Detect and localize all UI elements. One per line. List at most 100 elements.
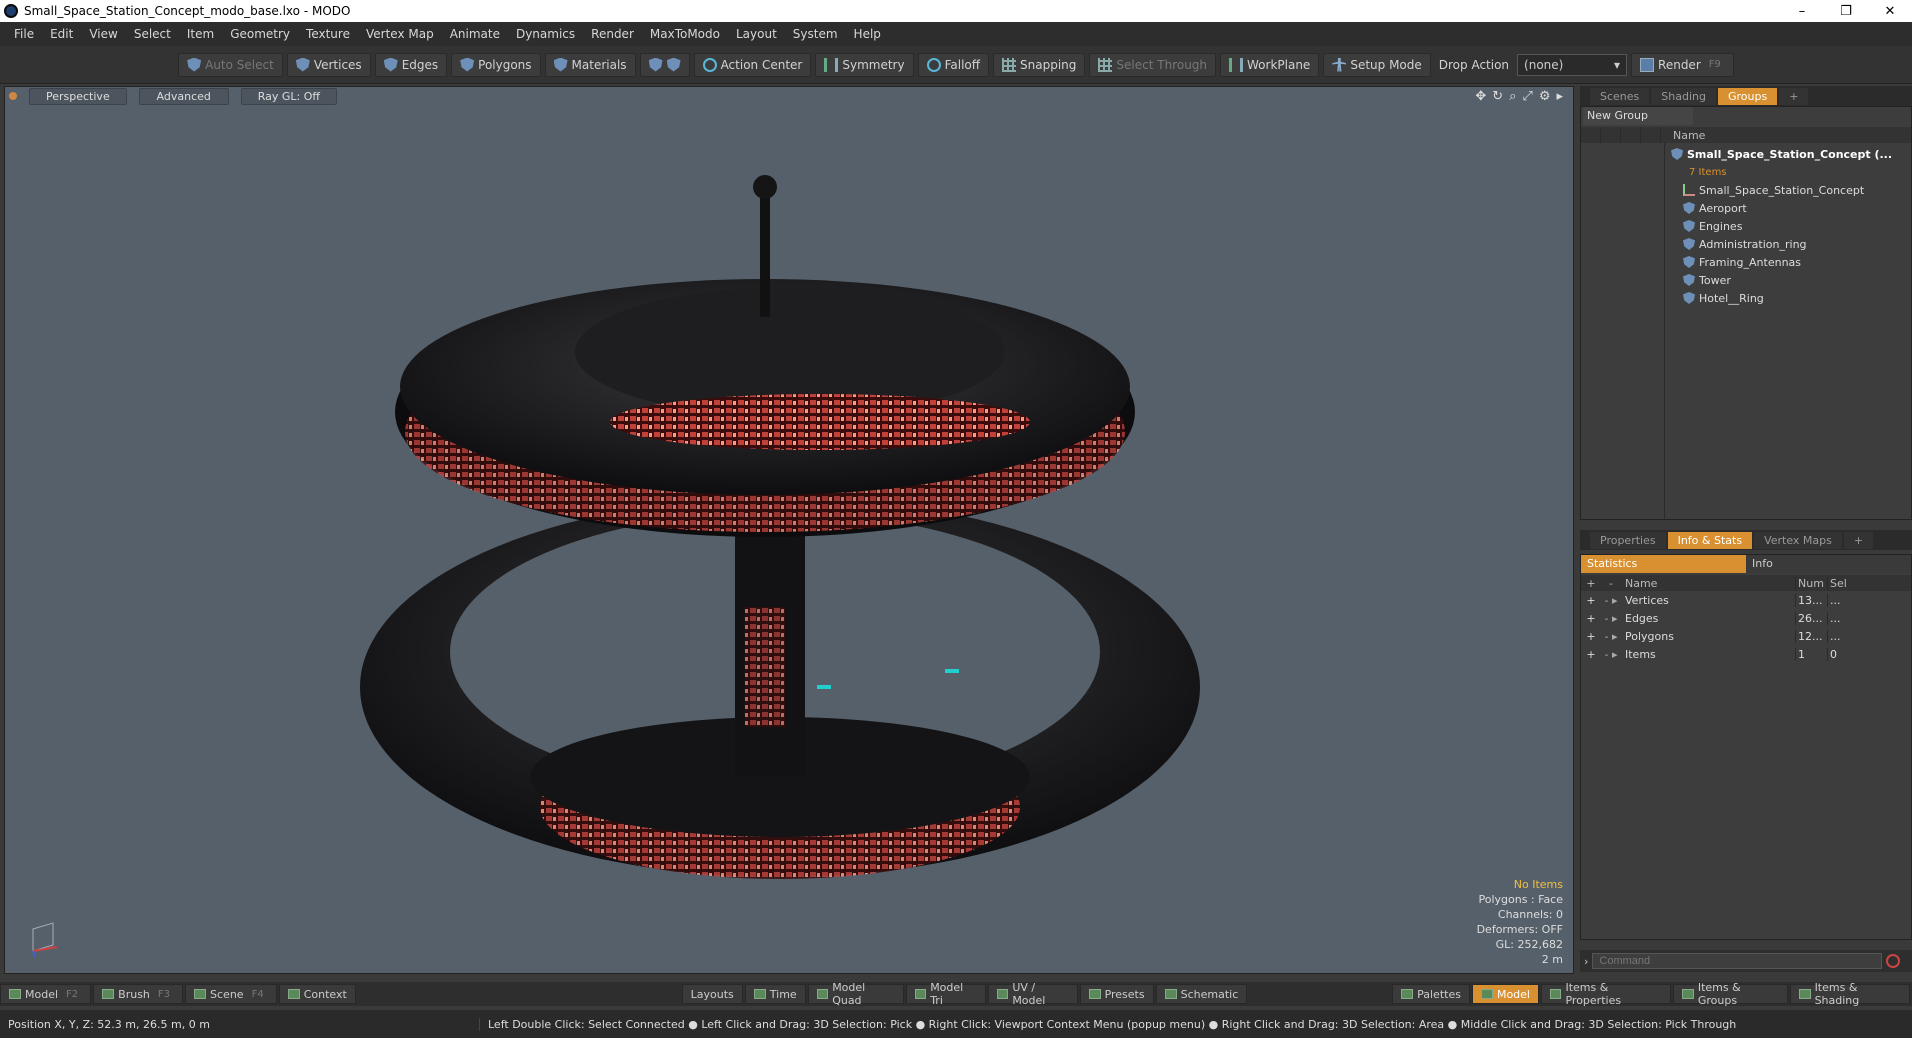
items-shading-button[interactable]: Items & Shading (1790, 981, 1911, 1007)
palettes-button[interactable]: Palettes (1392, 984, 1470, 1004)
symmetry-button[interactable]: Symmetry (815, 52, 914, 77)
tab-info-stats[interactable]: Info & Stats (1667, 531, 1753, 549)
tab-groups[interactable]: Groups (1717, 87, 1778, 105)
tab-vertex-maps[interactable]: Vertex Maps (1754, 531, 1842, 549)
expand-all-icon[interactable]: + (1581, 577, 1601, 590)
add-tab-icon[interactable]: + (1843, 531, 1874, 549)
close-button[interactable]: ✕ (1868, 0, 1912, 22)
chevron-right-icon[interactable]: ▸ (1556, 89, 1563, 104)
model-tri-button[interactable]: Model Tri (905, 981, 986, 1007)
tree-item[interactable]: Framing_Antennas (1671, 253, 1911, 271)
menu-item[interactable]: Item (179, 27, 222, 41)
materials-button[interactable]: Materials (544, 52, 636, 77)
scene-layout-button[interactable]: Scene F4 (185, 984, 277, 1004)
tree-item[interactable]: Small_Space_Station_Concept (1671, 181, 1911, 199)
viewport-menu-dot[interactable] (9, 92, 17, 100)
item-mode-icon (648, 57, 663, 72)
minus-icon[interactable]: - ▸ (1601, 648, 1621, 661)
items-groups-button[interactable]: Items & Groups (1673, 981, 1789, 1007)
tree-root-item[interactable]: Small_Space_Station_Concept (... (1671, 145, 1911, 163)
new-group-button[interactable]: New Group (1583, 107, 1693, 125)
setup-mode-icon (1332, 57, 1347, 72)
maximize-button[interactable]: ❐ (1824, 0, 1868, 22)
items-properties-button[interactable]: Items & Properties (1540, 981, 1672, 1007)
ray-gl-tab[interactable]: Ray GL: Off (240, 87, 337, 105)
stats-row[interactable]: + - ▸ Items 1 0 (1581, 645, 1911, 663)
drop-action-select[interactable]: (none) ▾ (1517, 53, 1628, 76)
tree-item[interactable]: Engines (1671, 217, 1911, 235)
fit-icon[interactable]: ⤢ (1522, 89, 1532, 104)
pan-icon[interactable]: ✥ (1475, 89, 1486, 104)
item-mode-button[interactable] (639, 52, 690, 77)
layouts-button[interactable]: Layouts (681, 984, 743, 1004)
brush-layout-button[interactable]: Brush F3 (93, 984, 184, 1004)
menu-layout[interactable]: Layout (728, 27, 785, 41)
setup-mode-button[interactable]: Setup Mode (1323, 52, 1431, 77)
statistics-tab[interactable]: Statistics (1581, 555, 1746, 573)
menu-maxtomodo[interactable]: MaxToModo (642, 27, 728, 41)
modo-logo-icon (4, 4, 18, 18)
minimize-button[interactable]: – (1780, 0, 1824, 22)
minus-icon[interactable]: - ▸ (1601, 612, 1621, 625)
plus-icon[interactable]: + (1581, 648, 1601, 661)
plus-icon[interactable]: + (1581, 612, 1601, 625)
3d-viewport[interactable]: Perspective Advanced Ray GL: Off ✥ ↻ ⌕ ⤢… (4, 86, 1574, 974)
menu-dynamics[interactable]: Dynamics (508, 27, 583, 41)
menu-texture[interactable]: Texture (298, 27, 358, 41)
plus-icon[interactable]: + (1581, 630, 1601, 643)
context-layout-button[interactable]: Context (278, 984, 356, 1004)
menu-system[interactable]: System (785, 27, 846, 41)
tree-item[interactable]: Hotel__Ring (1671, 289, 1911, 307)
record-icon[interactable] (1886, 954, 1901, 968)
stats-row[interactable]: + - ▸ Edges 26... ... (1581, 609, 1911, 627)
stats-row[interactable]: + - ▸ Polygons 12... ... (1581, 627, 1911, 645)
gear-icon[interactable]: ⚙ (1539, 89, 1551, 104)
stats-row[interactable]: + - ▸ Vertices 13... ... (1581, 591, 1911, 609)
model-layout-button[interactable]: Model F2 (0, 984, 92, 1004)
uv-model-button[interactable]: UV / Model (987, 981, 1078, 1007)
tab-shading[interactable]: Shading (1651, 87, 1716, 105)
command-input[interactable] (1592, 953, 1883, 969)
menu-view[interactable]: View (81, 27, 125, 41)
vertices-button[interactable]: Vertices (286, 52, 371, 77)
add-tab-icon[interactable]: + (1779, 87, 1809, 105)
tree-item[interactable]: Tower (1671, 271, 1911, 289)
falloff-button[interactable]: Falloff (917, 52, 990, 77)
snapping-button[interactable]: Snapping (993, 52, 1086, 77)
info-tab[interactable]: Info (1746, 555, 1911, 573)
rotate-icon[interactable]: ↻ (1492, 89, 1503, 104)
tab-properties[interactable]: Properties (1590, 531, 1666, 549)
menu-animate[interactable]: Animate (442, 27, 508, 41)
menu-geometry[interactable]: Geometry (222, 27, 298, 41)
menu-help[interactable]: Help (846, 27, 889, 41)
schematic-button[interactable]: Schematic (1155, 984, 1248, 1004)
collapse-all-icon[interactable]: - (1601, 577, 1621, 590)
minus-icon[interactable]: - ▸ (1601, 630, 1621, 643)
presets-button[interactable]: Presets (1079, 984, 1154, 1004)
menu-vertex-map[interactable]: Vertex Map (358, 27, 442, 41)
menu-edit[interactable]: Edit (42, 27, 81, 41)
menu-select[interactable]: Select (126, 27, 179, 41)
tab-scenes[interactable]: Scenes (1590, 87, 1650, 105)
zoom-icon[interactable]: ⌕ (1509, 89, 1516, 104)
polygons-button[interactable]: Polygons (451, 52, 541, 77)
minus-icon[interactable]: - ▸ (1601, 594, 1621, 607)
menu-file[interactable]: File (6, 27, 42, 41)
action-center-button[interactable]: Action Center (693, 52, 812, 77)
locator-icon (1683, 184, 1695, 196)
plus-icon[interactable]: + (1581, 594, 1601, 607)
stats-panel: Statistics Info + - Name Num Sel + - ▸ V… (1580, 554, 1912, 940)
tree-item[interactable]: Administration_ring (1671, 235, 1911, 253)
tree-item[interactable]: Aeroport (1671, 199, 1911, 217)
workplane-button[interactable]: WorkPlane (1220, 52, 1320, 77)
perspective-tab[interactable]: Perspective (29, 87, 127, 105)
model-quad-button[interactable]: Model Quad (807, 981, 904, 1007)
menu-render[interactable]: Render (583, 27, 642, 41)
edges-button[interactable]: Edges (374, 52, 448, 77)
render-button[interactable]: Render F9 (1631, 52, 1734, 77)
advanced-tab[interactable]: Advanced (138, 87, 229, 105)
auto-select-button[interactable]: Auto Select (178, 52, 283, 77)
time-button[interactable]: Time (744, 984, 806, 1004)
select-through-button[interactable]: Select Through (1089, 52, 1217, 77)
model-mode-button[interactable]: Model (1471, 984, 1539, 1004)
